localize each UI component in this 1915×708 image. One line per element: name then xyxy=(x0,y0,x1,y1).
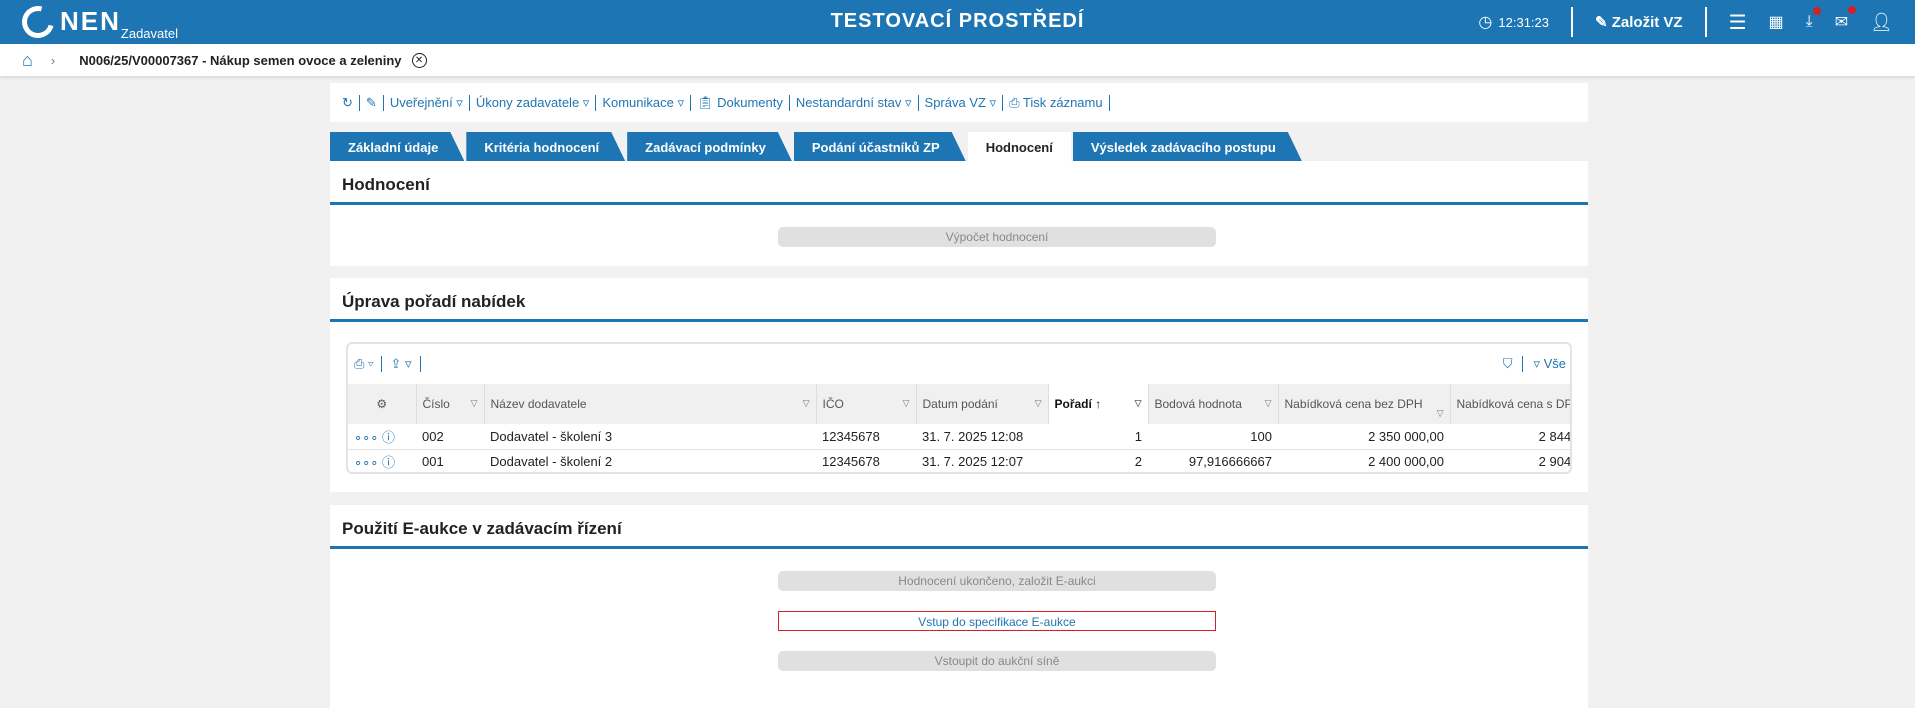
toolbar-nonstandard-state[interactable]: Nestandardní stav ▿ xyxy=(790,94,919,111)
section-title: Použití E-aukce v zadávacím řízení xyxy=(330,505,1588,549)
cell-supplier: Dodavatel - školení 2 xyxy=(484,449,816,472)
print-label: Tisk záznamu xyxy=(1022,94,1103,110)
home-icon[interactable]: ⌂ xyxy=(22,50,33,71)
session-time: 12:31:23 xyxy=(1498,14,1549,30)
top-bar: NEN Zadavatel TESTOVACÍ PROSTŘEDÍ ◷ 12:3… xyxy=(0,0,1915,44)
cell-ico: 12345678 xyxy=(816,449,916,472)
toolbar-communication[interactable]: Komunikace ▿ xyxy=(596,94,691,111)
col-label: IČO xyxy=(822,397,844,411)
enter-auction-hall-button[interactable]: Vstoupit do aukční síně xyxy=(778,651,1216,671)
sort-asc-icon: ↑ xyxy=(1095,397,1102,411)
printer-icon: ⎙ xyxy=(1009,94,1023,110)
create-eauction-button[interactable]: Hodnocení ukončeno, založit E-aukci xyxy=(778,571,1216,591)
edit-icon[interactable]: ✎ xyxy=(360,94,384,111)
breadcrumb-title[interactable]: N006/25/V00007367 - Nákup semen ovoce a … xyxy=(79,53,401,68)
calendar-icon[interactable]: ▦ xyxy=(1769,12,1784,32)
divider xyxy=(381,356,383,372)
user-icon[interactable]: 👤︎ xyxy=(1870,12,1893,33)
create-tender-button[interactable]: ✎ Založit VZ xyxy=(1595,13,1683,31)
close-icon[interactable]: ✕ xyxy=(411,52,427,68)
cell-price-net: 2 400 000,00 xyxy=(1278,449,1450,472)
col-label: Bodová hodnota xyxy=(1154,397,1242,411)
col-supplier[interactable]: Název dodavatele ▽ xyxy=(484,384,817,424)
offers-grid: ⎙ ▿ ⇪ ▿ ⛉ ▿ Vše ⚙ Číslo ▽ Název dodavatel… xyxy=(346,342,1572,474)
cell-price-gross: 2 844 0 xyxy=(1450,424,1570,450)
col-score[interactable]: Bodová hodnota ▽ xyxy=(1148,384,1279,424)
table-row[interactable]: ∘∘∘ ⓘ 001 Dodavatel - školení 2 12345678… xyxy=(348,449,1570,472)
edit-icon: ✎ xyxy=(1595,14,1612,31)
table-row[interactable]: ∘∘∘ ⓘ 002 Dodavatel - školení 3 12345678… xyxy=(348,424,1570,450)
col-label: Nabídková cena s DPH xyxy=(1456,397,1572,411)
chevron-right-icon: › xyxy=(50,52,56,68)
cell-score: 100 xyxy=(1148,424,1278,450)
col-label: Pořadí xyxy=(1054,397,1092,411)
clipboard-icon: 📋︎ xyxy=(697,94,718,110)
cell-date: 31. 7. 2025 12:07 xyxy=(916,449,1048,472)
toolbar-publish[interactable]: Uveřejnění ▿ xyxy=(384,94,470,111)
cell-ico: 12345678 xyxy=(816,424,916,450)
toolbar-documents[interactable]: 📋︎ Dokumenty xyxy=(691,94,790,111)
cell-supplier: Dodavatel - školení 3 xyxy=(484,424,816,450)
refresh-icon[interactable]: ↻ xyxy=(336,94,360,111)
evaluation-panel: Hodnocení Výpočet hodnocení xyxy=(330,161,1588,266)
tab-conditions[interactable]: Zadávací podmínky xyxy=(627,132,792,161)
menu-icon[interactable]: ☰ xyxy=(1729,10,1747,35)
section-title: Hodnocení xyxy=(330,161,1588,205)
tab-bar: Základní údaje Kritéria hodnocení Zadáva… xyxy=(330,132,1304,161)
divider xyxy=(419,356,421,372)
col-rank[interactable]: Pořadí ↑ ▽ xyxy=(1048,384,1149,424)
tab-submissions[interactable]: Podání účastníků ZP xyxy=(794,132,966,161)
cell-score: 97,916666667 xyxy=(1148,449,1278,472)
documents-label: Dokumenty xyxy=(717,94,783,110)
cell-number: 002 xyxy=(416,424,484,450)
clock-icon: ◷ xyxy=(1478,14,1493,31)
toolbar-actions[interactable]: Úkony zadavatele ▿ xyxy=(470,94,597,111)
tab-basic-info[interactable]: Základní údaje xyxy=(330,132,464,161)
col-label: Název dodavatele xyxy=(490,397,587,411)
calculate-evaluation-button[interactable]: Výpočet hodnocení xyxy=(778,227,1216,247)
order-panel: Úprava pořadí nabídek ⎙ ▿ ⇪ ▿ ⛉ ▿ Vše ⚙ … xyxy=(330,278,1588,492)
tab-criteria[interactable]: Kritéria hodnocení xyxy=(466,132,625,161)
info-icon[interactable]: ⓘ xyxy=(382,455,395,470)
cell-price-net: 2 350 000,00 xyxy=(1278,424,1450,450)
toolbar-manage[interactable]: Správa VZ ▿ xyxy=(919,94,1004,111)
toolbar-print[interactable]: ⎙ Tisk záznamu xyxy=(1003,94,1110,111)
tab-result[interactable]: Výsledek zadávacího postupu xyxy=(1073,132,1302,161)
mail-icon[interactable]: ✉ xyxy=(1835,6,1857,32)
cell-number: 001 xyxy=(416,449,484,472)
view-all-dropdown[interactable]: ▿ Vše xyxy=(1522,356,1566,372)
table-header: ⚙ Číslo ▽ Název dodavatele ▽ IČO ▽ Datum po… xyxy=(348,384,1572,424)
create-label: Založit VZ xyxy=(1611,14,1683,31)
divider xyxy=(1704,7,1707,37)
cell-price-gross: 2 904 0 xyxy=(1450,449,1570,472)
col-date[interactable]: Datum podání ▽ xyxy=(916,384,1049,424)
info-icon[interactable]: ⓘ xyxy=(382,430,395,445)
divider xyxy=(1571,7,1573,37)
tab-evaluation[interactable]: Hodnocení xyxy=(967,132,1071,161)
export-menu-button[interactable]: ⇪ ▿ xyxy=(390,356,411,372)
col-label: Nabídková cena bez DPH xyxy=(1284,397,1423,411)
col-label: Datum podání xyxy=(922,397,998,411)
download-icon[interactable]: ⤓ xyxy=(1806,7,1821,31)
eauction-panel: Použití E-aukce v zadávacím řízení Hodno… xyxy=(330,505,1588,708)
filter-icon[interactable]: ⛉ xyxy=(1503,356,1513,372)
col-price-gross[interactable]: Nabídková cena s DPH xyxy=(1450,384,1572,424)
section-title: Úprava pořadí nabídek xyxy=(330,278,1588,322)
col-number[interactable]: Číslo ▽ xyxy=(416,384,485,424)
more-icon[interactable]: ∘∘∘ xyxy=(354,455,378,470)
col-label: Číslo xyxy=(422,397,450,411)
view-all-label: Vše xyxy=(1543,356,1566,371)
more-icon[interactable]: ∘∘∘ xyxy=(354,430,378,445)
cell-rank: 1 xyxy=(1048,424,1148,450)
column-settings-icon[interactable]: ⚙ xyxy=(348,384,417,424)
print-menu-button[interactable]: ⎙ ▿ xyxy=(354,356,373,372)
action-toolbar: ↻ ✎ Uveřejnění ▿ Úkony zadavatele ▿ Komu… xyxy=(330,83,1588,122)
breadcrumb: ⌂ › N006/25/V00007367 - Nákup semen ovoc… xyxy=(0,44,1915,76)
col-price-net[interactable]: Nabídková cena bez DPH ▽ xyxy=(1278,384,1451,424)
cell-rank: 2 xyxy=(1048,449,1148,472)
cell-date: 31. 7. 2025 12:08 xyxy=(916,424,1048,450)
offers-table: ⚙ Číslo ▽ Název dodavatele ▽ IČO ▽ Datum po… xyxy=(348,384,1572,472)
eauction-spec-button[interactable]: Vstup do specifikace E-aukce xyxy=(778,611,1216,631)
col-ico[interactable]: IČO ▽ xyxy=(816,384,917,424)
